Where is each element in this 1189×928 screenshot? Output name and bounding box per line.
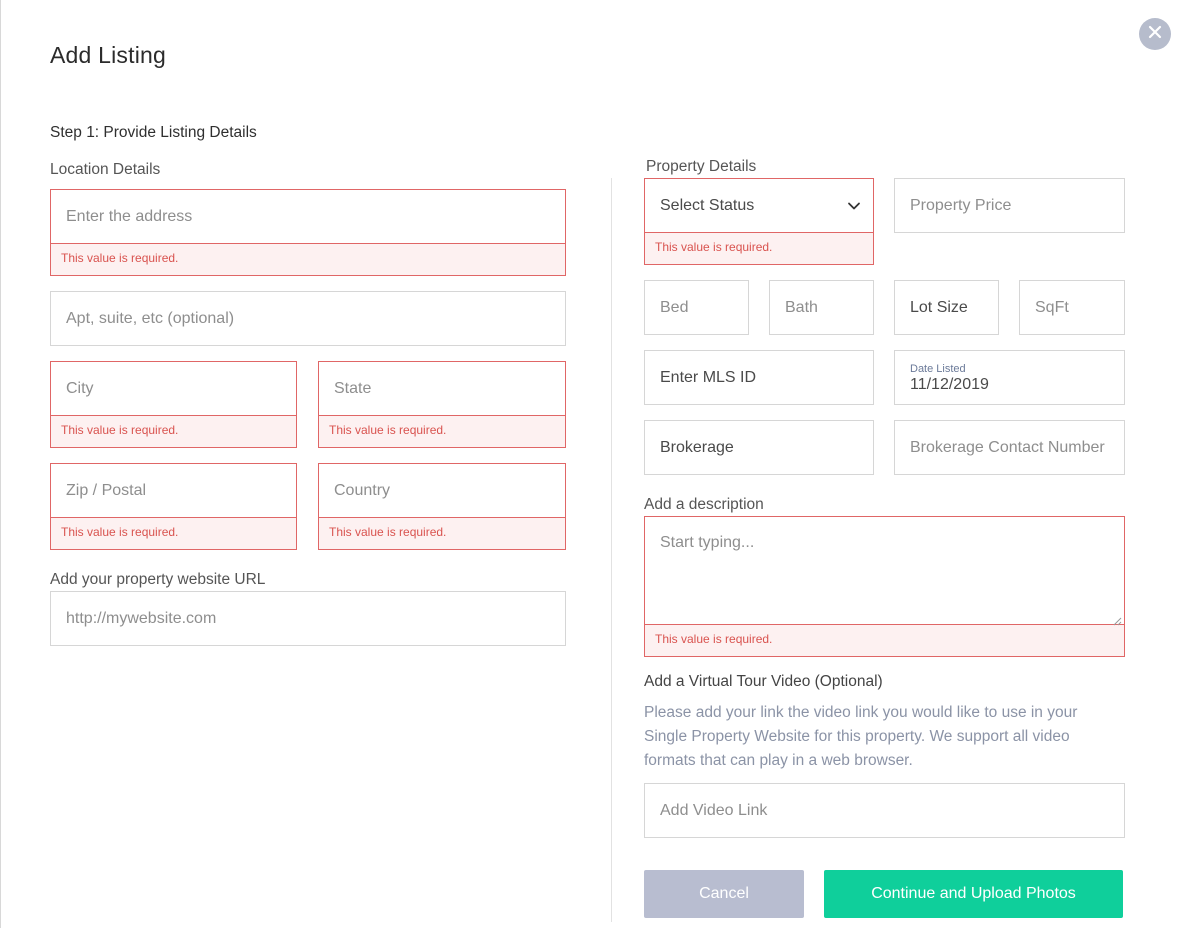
website-placeholder: http://mywebsite.com <box>66 609 217 627</box>
brokerage-value: Brokerage <box>660 438 734 456</box>
description-textarea[interactable]: Start typing... <box>644 516 1125 626</box>
bath-input[interactable]: Bath <box>769 280 874 335</box>
bath-placeholder: Bath <box>785 298 818 316</box>
bed-placeholder: Bed <box>660 298 689 316</box>
property-price-input[interactable]: Property Price <box>894 178 1125 233</box>
price-placeholder: Property Price <box>910 196 1012 214</box>
lot-size-input[interactable]: Lot Size <box>894 280 999 335</box>
video-link-input[interactable]: Add Video Link <box>644 783 1125 838</box>
zip-error-message: This value is required. <box>61 525 179 539</box>
date-listed-input[interactable]: Date Listed 11/12/2019 <box>894 350 1125 405</box>
apt-placeholder: Apt, suite, etc (optional) <box>66 309 235 327</box>
address-error-group: Enter the address This value is required… <box>50 189 566 276</box>
date-listed-label: Date Listed <box>910 363 966 375</box>
sqft-placeholder: SqFt <box>1035 298 1069 316</box>
city-error-message: This value is required. <box>61 423 179 437</box>
website-label: Add your property website URL <box>50 571 266 588</box>
date-listed-value: 11/12/2019 <box>910 376 989 393</box>
status-value: Select Status <box>660 196 755 214</box>
page-title: Add Listing <box>50 42 166 68</box>
step-title: Step 1: Provide Listing Details <box>50 124 257 141</box>
country-placeholder: Country <box>334 481 391 499</box>
column-divider <box>611 178 612 922</box>
brokerage-input[interactable]: Brokerage <box>644 420 874 475</box>
zip-error-group: Zip / Postal This value is required. <box>50 463 297 550</box>
city-input[interactable]: City <box>50 361 297 416</box>
status-error-message: This value is required. <box>655 240 773 254</box>
status-error-group: Select Status This value is required. <box>644 178 874 265</box>
status-select[interactable]: Select Status <box>644 178 874 233</box>
video-placeholder: Add Video Link <box>660 801 768 819</box>
state-error-message: This value is required. <box>329 423 447 437</box>
description-label: Add a description <box>644 496 764 513</box>
city-placeholder: City <box>66 379 94 397</box>
continue-upload-photos-button[interactable]: Continue and Upload Photos <box>824 870 1123 918</box>
address-input[interactable]: Enter the address <box>50 189 566 244</box>
description-error-group: Start typing... This value is required. <box>644 516 1125 657</box>
state-input[interactable]: State <box>318 361 566 416</box>
address-error-message: This value is required. <box>61 251 179 265</box>
country-error-message: This value is required. <box>329 525 447 539</box>
state-placeholder: State <box>334 379 372 397</box>
close-button[interactable] <box>1139 18 1171 50</box>
address-placeholder: Enter the address <box>66 207 193 225</box>
resize-grip-icon[interactable] <box>1113 613 1122 626</box>
website-url-input[interactable]: http://mywebsite.com <box>50 591 566 646</box>
country-input[interactable]: Country <box>318 463 566 518</box>
chevron-down-icon <box>847 199 861 213</box>
bed-input[interactable]: Bed <box>644 280 749 335</box>
brokerage-contact-input[interactable]: Brokerage Contact Number <box>894 420 1125 475</box>
property-section-label: Property Details <box>646 158 757 175</box>
state-error-group: State This value is required. <box>318 361 566 448</box>
close-icon <box>1148 25 1162 44</box>
add-listing-modal: Add Listing Step 1: Provide Listing Deta… <box>0 0 1189 928</box>
cancel-button[interactable]: Cancel <box>644 870 804 918</box>
lot-size-value: Lot Size <box>910 298 968 316</box>
description-placeholder: Start typing... <box>660 534 755 551</box>
city-error-group: City This value is required. <box>50 361 297 448</box>
apt-input[interactable]: Apt, suite, etc (optional) <box>50 291 566 346</box>
mls-id-input[interactable]: Enter MLS ID <box>644 350 874 405</box>
video-label: Add a Virtual Tour Video (Optional) <box>644 673 883 690</box>
mls-value: Enter MLS ID <box>660 368 757 386</box>
zip-placeholder: Zip / Postal <box>66 481 147 499</box>
sqft-input[interactable]: SqFt <box>1019 280 1125 335</box>
country-error-group: Country This value is required. <box>318 463 566 550</box>
zip-input[interactable]: Zip / Postal <box>50 463 297 518</box>
description-error-message: This value is required. <box>655 632 773 646</box>
brokerage-contact-placeholder: Brokerage Contact Number <box>910 438 1105 456</box>
video-help-text: Please add your link the video link you … <box>644 704 1078 769</box>
location-section-label: Location Details <box>50 161 161 178</box>
